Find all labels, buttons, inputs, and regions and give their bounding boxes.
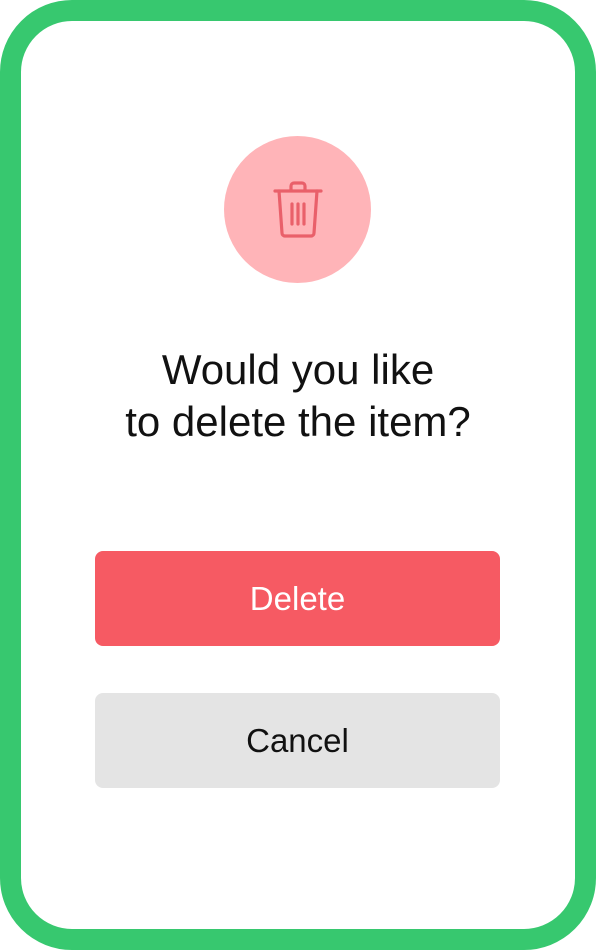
cancel-button-label: Cancel (246, 721, 349, 759)
dialog-question: Would you like to delete the item? (60, 344, 536, 448)
trash-icon (272, 180, 323, 238)
question-line-1: Would you like (161, 346, 435, 393)
trash-icon-badge (224, 136, 371, 283)
cancel-button[interactable]: Cancel (95, 693, 500, 788)
delete-button[interactable]: Delete (95, 551, 500, 646)
delete-button-label: Delete (249, 579, 346, 617)
question-line-2: to delete the item? (125, 398, 471, 445)
